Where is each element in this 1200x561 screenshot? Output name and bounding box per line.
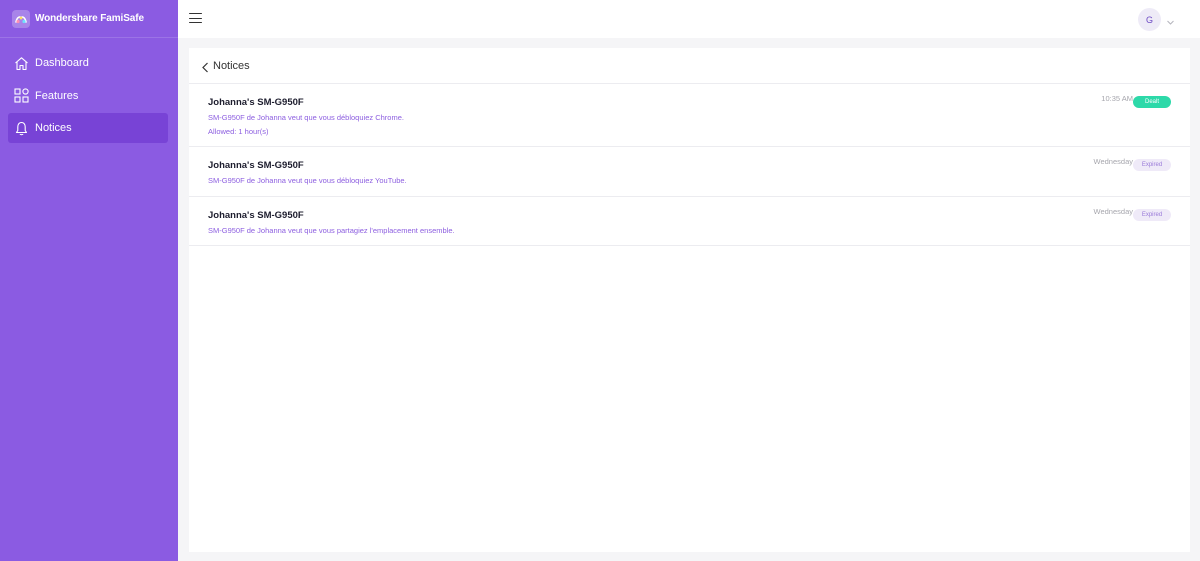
home-icon [14,56,29,71]
page-title: Notices [213,59,250,72]
notices-panel: Notices Johanna's SM-G950F SM-G950F de J… [189,48,1190,552]
chevron-down-icon[interactable] [1166,14,1175,25]
notice-title: Johanna's SM-G950F [208,210,304,221]
famisafe-logo-icon [12,9,30,28]
sidebar-item-label: Dashboard [35,57,89,69]
notice-message: SM-G950F de Johanna veut que vous partag… [208,226,455,235]
notice-title: Johanna's SM-G950F [208,97,304,108]
hamburger-menu-icon[interactable] [189,13,202,24]
sidebar-item-features[interactable]: Features [8,81,168,111]
top-bar: G [178,0,1200,38]
chevron-left-icon [201,60,210,73]
notice-time: Wednesday [1093,157,1133,166]
back-button[interactable]: Notices [201,59,250,73]
notice-title: Johanna's SM-G950F [208,160,304,171]
status-badge: Expired [1133,209,1171,221]
notice-message: SM-G950F de Johanna veut que vous débloq… [208,176,407,185]
avatar[interactable]: G [1138,8,1161,31]
bell-icon [14,121,29,136]
notice-item[interactable]: Johanna's SM-G950F SM-G950F de Johanna v… [189,197,1190,246]
sidebar-item-label: Notices [35,122,72,134]
app-name: Wondershare FamiSafe [35,13,144,24]
sidebar: Wondershare FamiSafe Dashboard Features [0,0,178,561]
notice-item[interactable]: Johanna's SM-G950F SM-G950F de Johanna v… [189,147,1190,197]
sidebar-item-notices[interactable]: Notices [8,113,168,143]
notice-item[interactable]: Johanna's SM-G950F SM-G950F de Johanna v… [189,84,1190,147]
sidebar-item-label: Features [35,89,79,102]
brand[interactable]: Wondershare FamiSafe [0,0,178,38]
notice-time: Wednesday [1093,207,1133,216]
status-badge: Dealt [1133,96,1171,108]
notice-time: 10:35 AM [1101,94,1133,103]
notice-message: SM-G950F de Johanna veut que vous débloq… [208,113,404,122]
sidebar-nav: Dashboard Features Notices [0,38,178,143]
panel-header: Notices [189,48,1190,84]
sidebar-item-dashboard[interactable]: Dashboard [8,48,168,78]
status-badge: Expired [1133,159,1171,171]
grid-icon [14,88,29,103]
notice-allowed-duration: Allowed: 1 hour(s) [208,127,269,136]
